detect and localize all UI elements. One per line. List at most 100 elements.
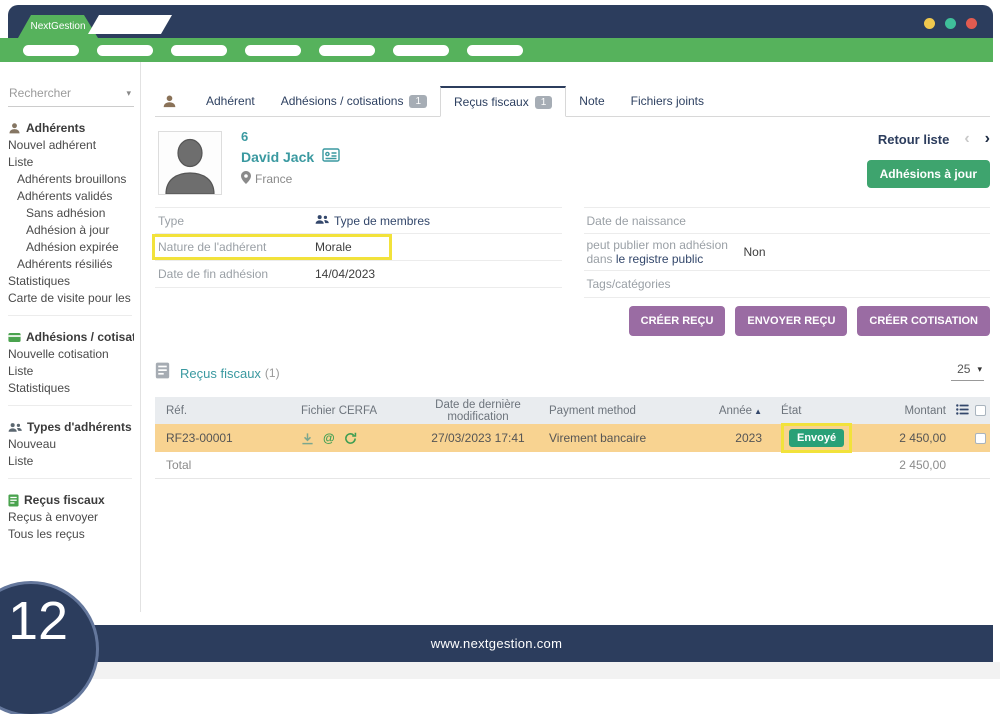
window-dot-red[interactable] (966, 18, 977, 29)
sidebar-item-adherents-resilies[interactable]: Adhérents résiliés (8, 256, 134, 273)
member-header: 6 David Jack France Retour liste ‹ › Adh… (155, 129, 990, 201)
detail-row-type: Type Type de membres (155, 207, 562, 234)
member-details: Type Type de membres Nature de l'adhéren… (152, 207, 990, 298)
sidebar-group-adherents[interactable]: Adhérents (8, 119, 134, 137)
tab-recus-fiscaux[interactable]: Reçus fiscaux 1 (440, 86, 567, 117)
sidebar-group-adhesions[interactable]: Adhésions / cotisati... (8, 328, 134, 346)
col-modified[interactable]: Date de dernière modification (409, 399, 547, 423)
col-amount[interactable]: Montant (888, 405, 946, 417)
sidebar-item-adhesion-a-jour[interactable]: Adhésion à jour (8, 222, 134, 239)
map-pin-icon (241, 171, 251, 187)
row-checkbox[interactable] (975, 432, 986, 444)
detail-row-fin-adhesion: Date de fin adhésion 14/04/2023 (155, 261, 562, 288)
sidebar-item-statistiques-cotisations[interactable]: Statistiques (8, 380, 134, 397)
receipt-payment: Virement bancaire (549, 431, 647, 445)
col-payment[interactable]: Payment method (547, 405, 715, 417)
download-icon[interactable] (301, 432, 314, 445)
receipt-amount: 2 450,00 (899, 431, 946, 445)
col-cerfa[interactable]: Fichier CERFA (301, 405, 409, 417)
membership-end-date: 14/04/2023 (315, 267, 376, 281)
brand-tab[interactable]: NextGestion (18, 15, 98, 38)
tab-count-badge: 1 (534, 95, 553, 109)
sidebar-item-liste-types[interactable]: Liste (8, 453, 134, 470)
avatar (158, 131, 222, 195)
col-state[interactable]: État (768, 405, 888, 417)
document-icon (155, 362, 170, 384)
create-receipt-button[interactable]: CRÉER REÇU (628, 306, 726, 336)
sidebar-item-tous-les-recus[interactable]: Tous les reçus (8, 526, 134, 543)
member-type-link[interactable]: Type de membres (315, 214, 430, 228)
previous-record-chevron[interactable]: ‹ (964, 131, 969, 147)
sidebar-item-carte-de-visite[interactable]: Carte de visite pour les a... (8, 290, 134, 307)
nav-item-placeholder[interactable] (171, 44, 227, 56)
email-at-icon[interactable]: @ (323, 431, 335, 445)
sidebar-item-statistiques[interactable]: Statistiques (8, 273, 134, 290)
sort-asc-icon: ▲ (754, 406, 762, 416)
sidebar-group-recus-fiscaux[interactable]: Reçus fiscaux (8, 491, 134, 509)
tab-count-badge: 1 (409, 94, 428, 108)
sidebar-item-adherents-valides[interactable]: Adhérents validés (8, 188, 134, 205)
sidebar: Rechercher ▾ Adhérents Nouvel adhérent L… (0, 62, 141, 612)
col-year-sorted[interactable]: Année ▲ (715, 405, 768, 417)
back-to-list-link[interactable]: Retour liste (878, 132, 950, 147)
nav-item-placeholder[interactable] (319, 44, 375, 56)
receipts-section-header: Reçus fiscaux (1) 25 ▾ (155, 362, 990, 384)
select-all-checkbox[interactable] (975, 405, 986, 416)
sidebar-item-nouvel-adherent[interactable]: Nouvel adhérent (8, 137, 134, 154)
card-icon (8, 332, 21, 343)
chevron-down-icon: ▾ (126, 87, 131, 98)
record-tabs: Adhérent Adhésions / cotisations 1 Reçus… (155, 86, 990, 117)
window-dot-teal[interactable] (945, 18, 956, 29)
registre-public-text: le registre public (615, 252, 704, 266)
nav-item-placeholder[interactable] (245, 44, 301, 56)
total-amount: 2 450,00 (899, 458, 946, 472)
tab-fichiers-joints[interactable]: Fichiers joints (618, 86, 717, 116)
detail-row-nature: Nature de l'adhérent Morale (152, 234, 562, 261)
sidebar-item-sans-adhesion[interactable]: Sans adhésion (8, 205, 134, 222)
list-view-icon[interactable] (956, 403, 969, 418)
person-icon (155, 86, 193, 116)
receipt-row[interactable]: RF23-00001 @ 27/03/2023 17:41 Virement b… (155, 423, 990, 453)
ghost-tab-placeholder[interactable] (88, 15, 172, 34)
sidebar-item-nouvelle-cotisation[interactable]: Nouvelle cotisation (8, 346, 134, 363)
search-combobox[interactable]: Rechercher ▾ (8, 86, 134, 107)
app-window: NextGestion Rechercher ▾ Adhérents Nouve… (0, 0, 1000, 714)
sidebar-item-liste-adherents[interactable]: Liste (8, 154, 134, 171)
sidebar-item-nouveau-type[interactable]: Nouveau (8, 436, 134, 453)
table-header-row: Réf. Fichier CERFA Date de dernière modi… (155, 397, 990, 424)
sidebar-item-liste-cotisations[interactable]: Liste (8, 363, 134, 380)
sidebar-item-adhesion-expiree[interactable]: Adhésion expirée (8, 239, 134, 256)
registre-public-value: Non (743, 245, 766, 259)
main-navbar (0, 38, 993, 62)
refresh-icon[interactable] (344, 432, 357, 445)
receipt-modified: 27/03/2023 17:41 (431, 431, 525, 445)
next-record-chevron[interactable]: › (985, 131, 990, 147)
membership-status-button[interactable]: Adhésions à jour (866, 160, 990, 188)
receipts-title: Reçus fiscaux (180, 365, 261, 381)
sidebar-item-recus-a-envoyer[interactable]: Reçus à envoyer (8, 509, 134, 526)
nav-item-placeholder[interactable] (23, 44, 79, 56)
tab-adhesions-cotisations[interactable]: Adhésions / cotisations 1 (268, 86, 440, 116)
tab-note[interactable]: Note (566, 86, 617, 116)
send-receipt-button[interactable]: ENVOYER REÇU (735, 306, 848, 336)
people-icon (315, 214, 329, 228)
id-card-icon[interactable] (322, 148, 340, 165)
detail-row-tags: Tags/catégories (583, 271, 990, 298)
col-ref[interactable]: Réf. (155, 405, 301, 417)
sidebar-item-adherents-brouillons[interactable]: Adhérents brouillons (8, 171, 134, 188)
nav-item-placeholder[interactable] (393, 44, 449, 56)
window-dot-yellow[interactable] (924, 18, 935, 29)
window-titlebar: NextGestion (8, 5, 993, 38)
create-contribution-button[interactable]: CRÉER COTISATION (857, 306, 990, 336)
main-content: Adhérent Adhésions / cotisations 1 Reçus… (152, 62, 990, 479)
member-name: David Jack (241, 148, 315, 165)
tab-adherent[interactable]: Adhérent (193, 86, 268, 116)
page-number: 12 (7, 591, 69, 651)
table-total-row: Total 2 450,00 (155, 452, 990, 479)
sidebar-group-types-adherents[interactable]: Types d'adhérents (8, 418, 134, 436)
divider (8, 478, 132, 479)
nav-item-placeholder[interactable] (97, 44, 153, 56)
page-size-select[interactable]: 25 ▾ (951, 362, 984, 381)
nav-item-placeholder[interactable] (467, 44, 523, 56)
receipt-ref: RF23-00001 (166, 431, 233, 445)
